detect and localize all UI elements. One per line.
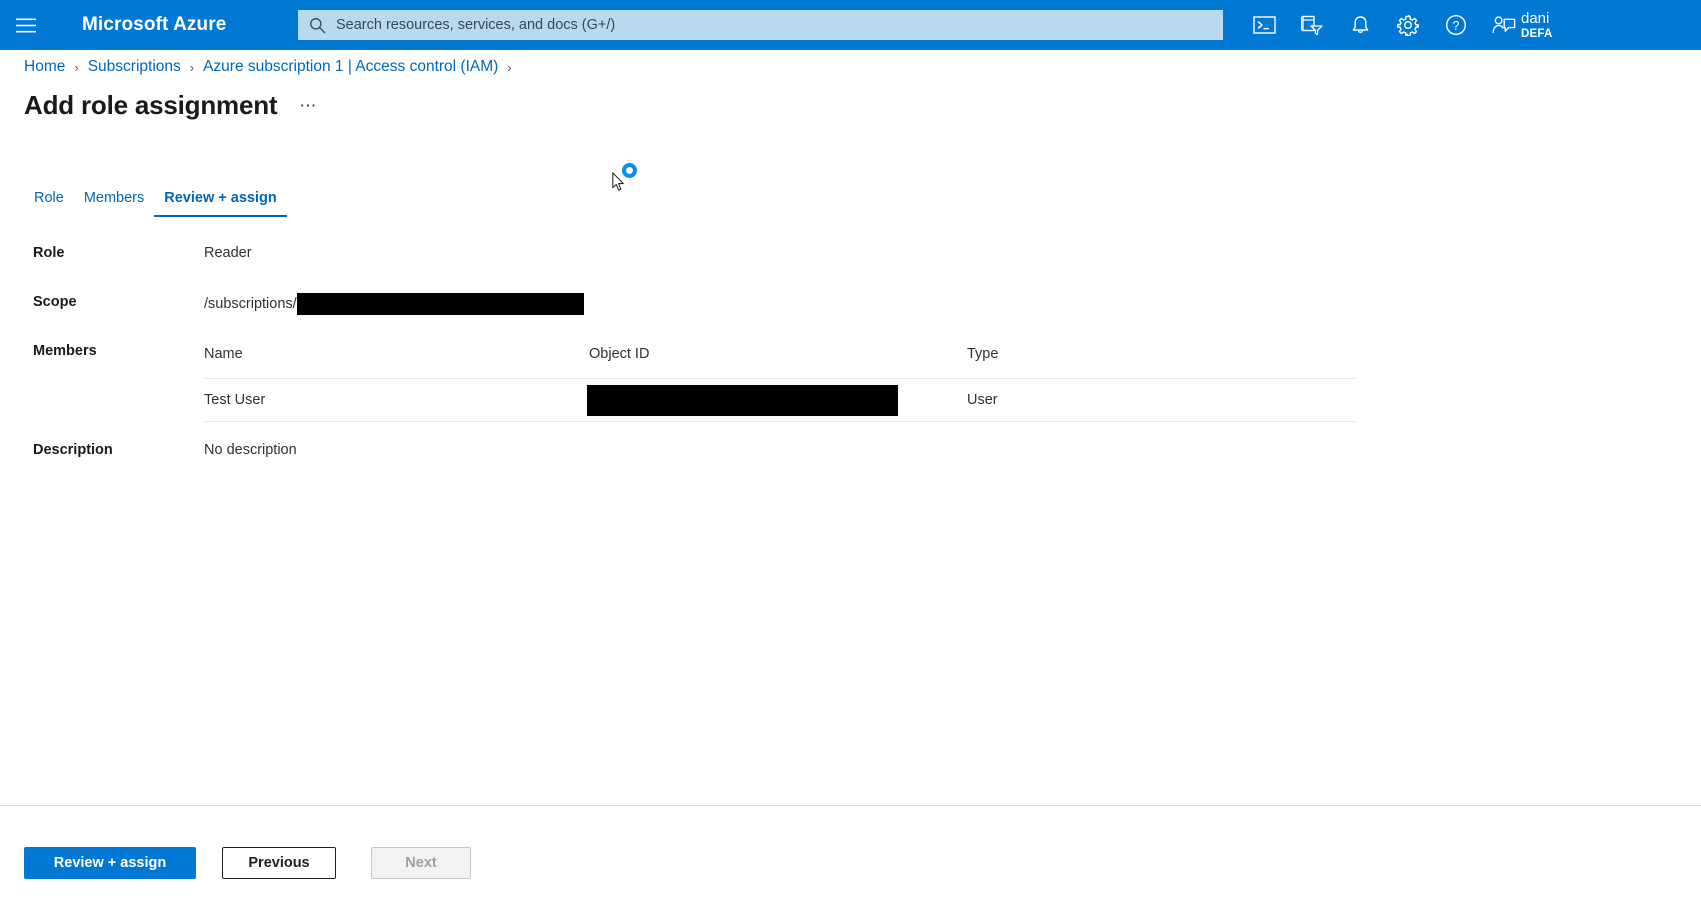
column-header-object-id: Object ID [589,346,650,362]
notifications-button[interactable] [1336,0,1384,50]
global-header: Microsoft Azure Search resources, servic… [0,0,1701,50]
search-input-placeholder[interactable]: Search resources, services, and docs (G+… [336,17,615,33]
settings-button[interactable] [1384,0,1432,50]
page-header: Add role assignment ⋯ [24,90,318,121]
table-row[interactable]: Test User User [204,379,1357,422]
feedback-person-icon [1492,15,1516,36]
svg-text:?: ? [1453,19,1460,33]
cursor-arrow-icon [612,172,625,197]
column-header-type: Type [967,346,999,362]
scope-value: /subscriptions/ [204,293,584,315]
description-label: Description [33,442,113,458]
search-icon [309,17,326,34]
breadcrumb-item-home[interactable]: Home [24,58,65,76]
loading-spinner-icon [622,163,637,178]
member-name-cell: Test User [204,392,266,408]
members-table-header: Name Object ID Type [204,346,1357,379]
column-header-name: Name [204,346,243,362]
hamburger-menu-button[interactable] [0,0,52,50]
settings-gear-icon [1397,14,1419,36]
wizard-footer: Review + assign Previous Next [0,805,1701,901]
member-type-cell: User [967,392,998,408]
scope-prefix-text: /subscriptions/ [204,296,297,312]
tab-review-assign[interactable]: Review + assign [154,190,287,217]
tab-role[interactable]: Role [24,190,74,217]
previous-button-label: Previous [248,855,310,871]
hamburger-icon [16,18,36,33]
wizard-tabs: Role Members Review + assign [24,183,287,217]
chevron-right-icon: › [189,59,195,75]
tab-members-label: Members [83,190,145,206]
review-assign-button-label: Review + assign [53,855,167,871]
members-table: Name Object ID Type Test User User [204,346,1357,422]
page-title: Add role assignment [24,90,278,120]
review-assign-button[interactable]: Review + assign [24,847,196,879]
scope-label: Scope [33,294,77,310]
cloud-shell-icon [1252,15,1276,35]
directories-subscriptions-icon [1300,15,1324,36]
breadcrumb: Home › Subscriptions › Azure subscriptio… [24,58,521,76]
more-actions-ellipsis-icon[interactable]: ⋯ [299,97,318,114]
tab-role-label: Role [34,190,64,206]
breadcrumb-item-access-control[interactable]: Azure subscription 1 | Access control (I… [203,58,498,76]
global-search-box[interactable]: Search resources, services, and docs (G+… [298,10,1223,40]
tab-review-assign-label: Review + assign [164,190,277,206]
account-menu[interactable]: dani DEFA [1521,0,1701,50]
role-value: Reader [204,245,252,261]
next-button: Next [371,847,471,879]
cloud-shell-button[interactable] [1240,0,1288,50]
directories-subscriptions-button[interactable] [1288,0,1336,50]
notifications-bell-icon [1351,15,1370,36]
description-value: No description [204,442,297,458]
next-button-label: Next [405,855,437,871]
previous-button[interactable]: Previous [222,847,336,879]
chevron-right-icon: › [507,59,512,75]
help-question-icon: ? [1445,14,1467,36]
chevron-right-icon: › [74,59,79,75]
members-label: Members [33,343,97,359]
object-id-redaction-bar [587,385,898,416]
account-user-name: dani [1521,9,1550,27]
account-directory-name: DEFA [1521,27,1553,40]
header-icon-group: ? [1240,0,1528,50]
brand-title[interactable]: Microsoft Azure [82,14,226,36]
scope-redaction-bar [296,293,584,315]
help-button[interactable]: ? [1432,0,1480,50]
breadcrumb-item-subscriptions[interactable]: Subscriptions [88,58,181,76]
role-label: Role [33,245,65,261]
tab-members[interactable]: Members [74,190,154,217]
